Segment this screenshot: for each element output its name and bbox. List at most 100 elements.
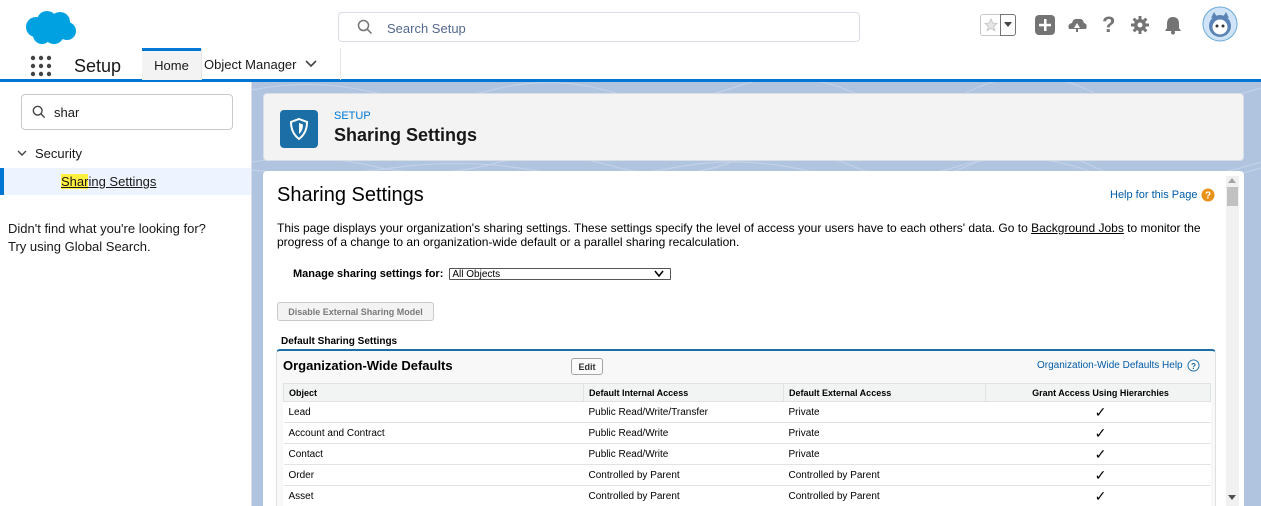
not-found-line-1: Didn't find what you're looking for?: [8, 221, 206, 236]
tab-object-manager-label: Object Manager: [204, 56, 297, 72]
shield-icon: [289, 118, 309, 140]
owd-help-link[interactable]: Organization-Wide Defaults Help ?: [1037, 359, 1200, 372]
column-header-hierarchies: Grant Access Using Hierarchies: [985, 383, 1211, 402]
cell-object: Lead: [283, 401, 584, 423]
manage-sharing-label: Manage sharing settings for:: [293, 268, 444, 280]
chevron-down-icon: [654, 270, 664, 278]
cell-object: Asset: [283, 485, 584, 506]
help-question-icon[interactable]: ?: [1201, 188, 1215, 202]
table-row: Account and Contract Public Read/Write P…: [283, 422, 1211, 444]
column-header-object: Object: [283, 383, 584, 402]
not-found-line-2: Try using Global Search.: [8, 239, 151, 254]
intro-paragraph: This page displays your organization's s…: [277, 221, 1212, 249]
tree-section-label: Security: [35, 146, 82, 161]
column-header-external: Default External Access: [783, 383, 986, 402]
organization-wide-defaults-panel: Organization-Wide Defaults Edit Organiza…: [276, 349, 1216, 506]
app-name: Setup: [74, 56, 122, 76]
quick-find-box[interactable]: [21, 94, 233, 130]
scroll-up-arrow-icon[interactable]: [1228, 178, 1236, 183]
tree-item-label[interactable]: Sharing Settings: [61, 174, 156, 189]
help-for-this-page-link[interactable]: Help for this Page ?: [1110, 188, 1215, 202]
help-question-icon[interactable]: ?: [1102, 12, 1115, 38]
help-link-label[interactable]: Help for this Page: [1110, 189, 1197, 201]
manage-sharing-select[interactable]: All Objects: [449, 268, 672, 280]
background-jobs-link[interactable]: Background Jobs: [1031, 221, 1124, 235]
global-search-input[interactable]: [387, 18, 847, 38]
caret-down-icon: [1004, 22, 1012, 27]
search-icon: [32, 105, 46, 119]
cell-external: Controlled by Parent: [783, 485, 986, 506]
page-header: SETUP Sharing Settings: [263, 93, 1244, 161]
cell-internal: Controlled by Parent: [583, 464, 784, 486]
user-avatar-icon[interactable]: [1202, 6, 1238, 42]
context-bar: Setup Home Object Manager: [0, 48, 1261, 82]
setup-sidebar: Security Sharing Settings Didn't find wh…: [0, 82, 252, 506]
global-search-box[interactable]: [338, 12, 860, 42]
cell-object: Contact: [283, 443, 584, 465]
content-title: Sharing Settings: [277, 184, 424, 206]
global-header: ?: [0, 0, 1261, 48]
not-found-hint: Didn't find what you're looking for? Try…: [8, 220, 248, 256]
page-header-badge: [280, 110, 318, 148]
cell-external: Private: [783, 422, 986, 444]
page-header-eyebrow: SETUP: [334, 110, 371, 122]
disable-external-sharing-model-button[interactable]: Disable External Sharing Model: [277, 302, 434, 321]
cell-internal: Controlled by Parent: [583, 485, 784, 506]
favorites-list-button[interactable]: [1000, 14, 1016, 36]
tree-item-label-rest: ing Settings: [88, 174, 157, 189]
tab-object-manager[interactable]: Object Manager: [201, 48, 341, 80]
quick-find-input[interactable]: [54, 103, 224, 121]
chevron-down-icon[interactable]: [304, 60, 317, 68]
vertical-scrollbar[interactable]: [1226, 176, 1239, 506]
checkmark-icon: ✓: [985, 422, 1211, 444]
app-launcher-icon[interactable]: [30, 55, 52, 77]
search-match-highlight: Shar: [61, 174, 89, 189]
cell-internal: Public Read/Write: [583, 443, 784, 465]
table-header-row: Object Default Internal Access Default E…: [283, 383, 1211, 402]
table-row: Asset Controlled by Parent Controlled by…: [283, 485, 1211, 506]
gear-icon[interactable]: [1130, 15, 1150, 35]
help-question-icon[interactable]: ?: [1187, 359, 1200, 372]
checkmark-icon: ✓: [985, 401, 1211, 423]
salesforce-logo-icon[interactable]: [22, 10, 78, 46]
cell-external: Private: [783, 401, 986, 423]
main-content: SETUP Sharing Settings Sharing Settings …: [252, 82, 1261, 506]
tree-section-security[interactable]: Security: [17, 146, 82, 161]
cell-internal: Public Read/Write: [583, 422, 784, 444]
trailhead-guidance-icon[interactable]: [1066, 15, 1088, 35]
sharing-settings-content: Sharing Settings Help for this Page ? Th…: [263, 171, 1244, 506]
svg-text:?: ?: [1191, 361, 1196, 371]
table-row: Contact Public Read/Write Private ✓: [283, 443, 1211, 465]
favorites-star-button[interactable]: [980, 14, 1000, 36]
owd-edit-button[interactable]: Edit: [571, 358, 603, 375]
scroll-down-arrow-icon[interactable]: [1228, 495, 1236, 500]
svg-text:?: ?: [1205, 191, 1211, 202]
owd-table: Object Default Internal Access Default E…: [283, 383, 1211, 506]
owd-title: Organization-Wide Defaults: [283, 358, 453, 373]
checkmark-icon: ✓: [985, 464, 1211, 486]
table-row: Order Controlled by Parent Controlled by…: [283, 464, 1211, 486]
cell-external: Private: [783, 443, 986, 465]
checkmark-icon: ✓: [985, 443, 1211, 465]
search-icon: [357, 19, 373, 35]
cell-internal: Public Read/Write/Transfer: [583, 401, 784, 423]
chevron-down-icon: [17, 150, 27, 156]
scrollbar-thumb[interactable]: [1227, 187, 1238, 206]
cell-object: Order: [283, 464, 584, 486]
default-sharing-settings-heading: Default Sharing Settings: [281, 336, 398, 347]
tree-item-sharing-settings[interactable]: Sharing Settings: [0, 168, 251, 195]
star-icon: [983, 18, 998, 32]
intro-text-before: This page displays your organization's s…: [277, 221, 1032, 235]
page-title: Sharing Settings: [334, 125, 478, 145]
column-header-internal: Default Internal Access: [583, 383, 784, 402]
tab-home[interactable]: Home: [142, 48, 201, 80]
notifications-bell-icon[interactable]: [1164, 15, 1182, 35]
manage-sharing-row: Manage sharing settings for: All Objects: [293, 268, 672, 280]
cell-object: Account and Contract: [283, 422, 584, 444]
manage-sharing-selected-value: All Objects: [452, 268, 501, 280]
cell-external: Controlled by Parent: [783, 464, 986, 486]
global-actions-plus-icon[interactable]: [1035, 15, 1055, 35]
checkmark-icon: ✓: [985, 485, 1211, 506]
table-row: Lead Public Read/Write/Transfer Private …: [283, 401, 1211, 423]
owd-help-label[interactable]: Organization-Wide Defaults Help: [1037, 360, 1183, 371]
